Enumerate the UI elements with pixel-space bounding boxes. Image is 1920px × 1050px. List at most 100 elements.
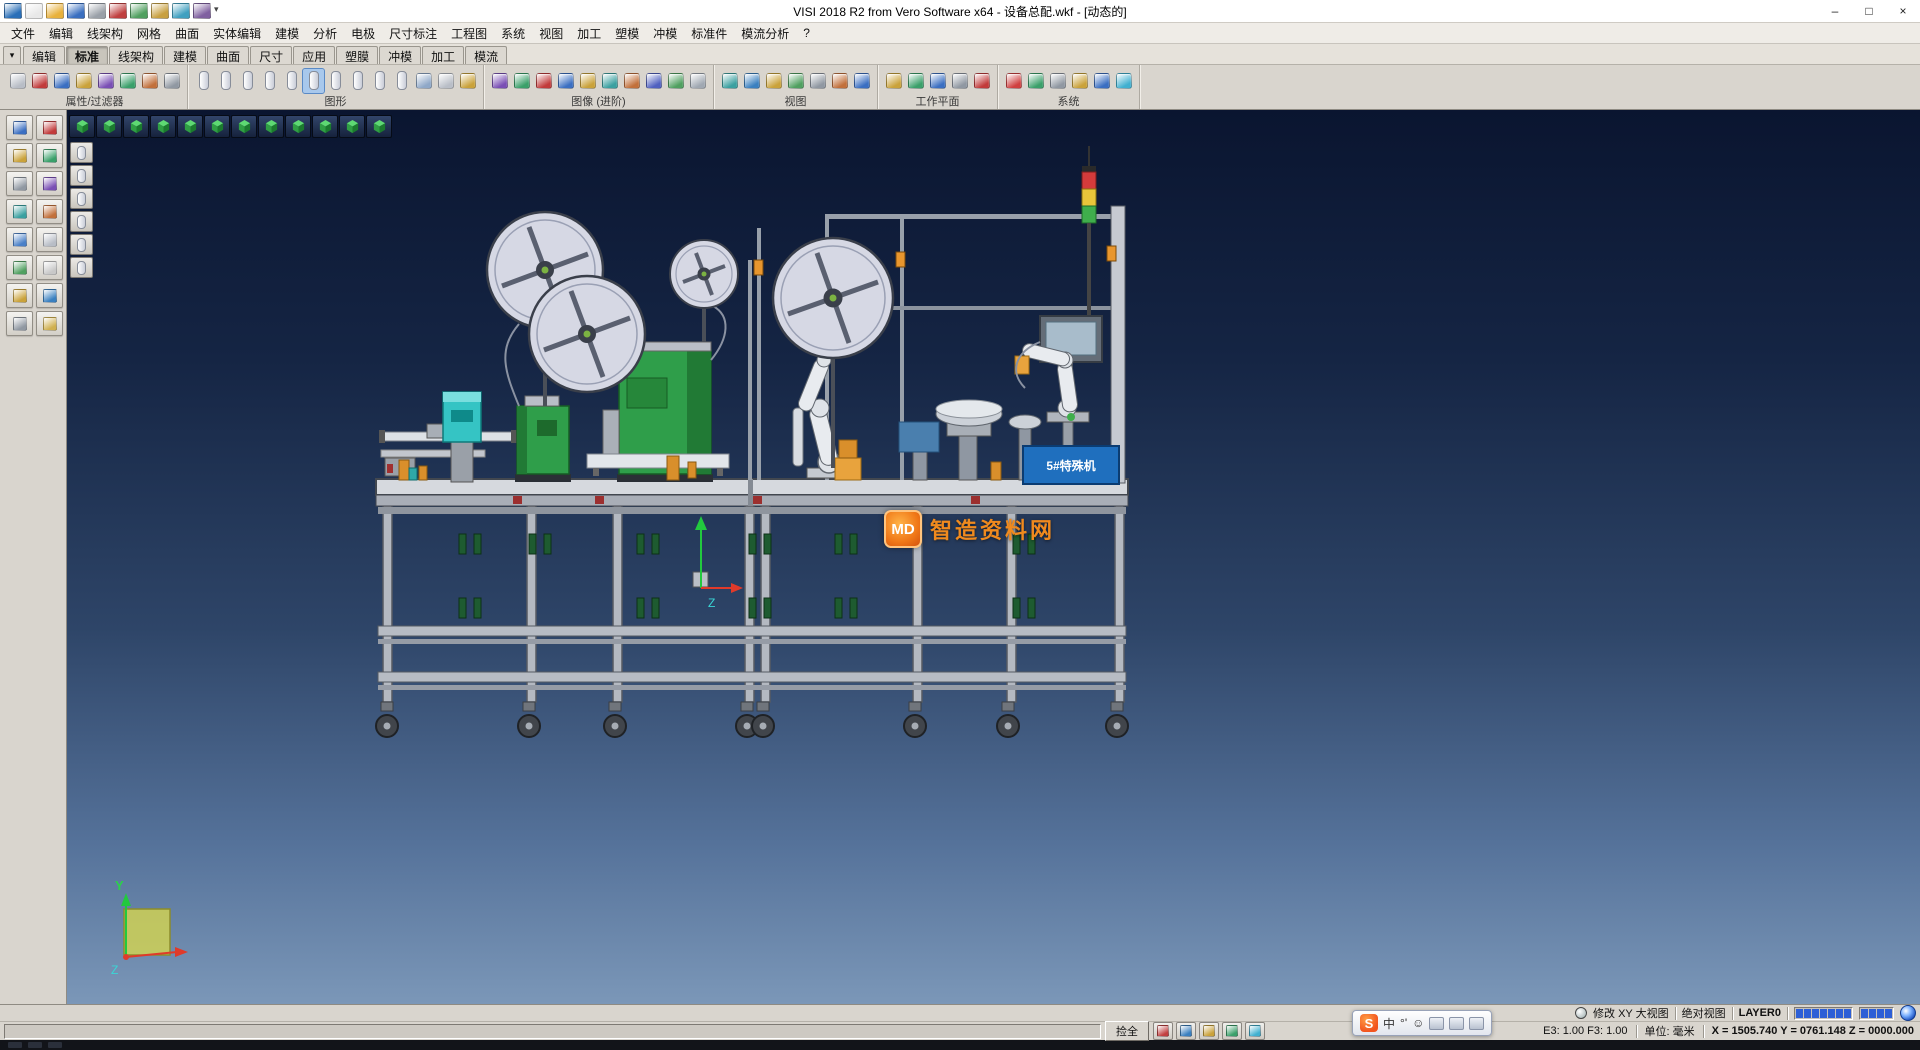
ribbon-icon[interactable] [51,69,72,93]
iso3-view-icon[interactable] [312,115,338,138]
left-view-icon[interactable] [204,115,230,138]
ribbon-icon[interactable] [511,69,532,93]
ribbon-icon[interactable] [785,69,806,93]
wireframe-icon[interactable] [70,165,93,186]
3d-viewport[interactable]: 5#特殊机 Z Y Z MD 智造资料网 [67,110,1920,1004]
tab-active[interactable]: 标准 [66,46,108,64]
iso-view-icon[interactable] [96,115,122,138]
ime-mode[interactable]: °' [1400,1016,1407,1030]
ribbon-icon[interactable] [763,69,784,93]
hidden-line-icon[interactable] [70,188,93,209]
menu-item[interactable]: 曲面 [168,23,206,44]
ribbon-icon[interactable] [215,69,236,93]
menu-item[interactable]: 加工 [570,23,608,44]
section-icon[interactable] [70,211,93,232]
zoom-icon[interactable] [70,234,93,255]
ribbon-icon[interactable] [555,69,576,93]
tab-item[interactable]: 线架构 [109,46,163,64]
edit-icon[interactable] [1199,1022,1219,1040]
tool-icon[interactable] [36,199,63,224]
maximize-button[interactable]: □ [1852,0,1886,22]
tool-icon[interactable] [36,311,63,336]
ribbon-icon[interactable] [1025,69,1046,93]
taskbar-icon[interactable] [28,1042,42,1048]
tool-icon[interactable] [36,227,63,252]
menu-item[interactable]: ? [796,24,817,42]
tab-item[interactable]: 应用 [293,46,335,64]
ribbon-icon[interactable] [949,69,970,93]
ribbon-icon[interactable] [1069,69,1090,93]
tool-icon[interactable] [6,115,33,140]
save-icon[interactable] [67,3,85,19]
ribbon-icon[interactable] [325,69,346,93]
ribbon-icon[interactable] [369,69,390,93]
ribbon-icon[interactable] [281,69,302,93]
ribbon-icon[interactable] [1047,69,1068,93]
ribbon-icon[interactable] [7,69,28,93]
tool-icon[interactable] [36,283,63,308]
ribbon-icon[interactable] [577,69,598,93]
pan-icon[interactable] [70,257,93,278]
minimize-button[interactable]: – [1818,0,1852,22]
view-edit-label[interactable]: 修改 XY 大视图 [1593,1005,1669,1021]
ribbon-icon[interactable] [687,69,708,93]
cube-icon[interactable] [1245,1022,1265,1040]
menu-item[interactable]: 电极 [344,23,382,44]
menu-item[interactable]: 冲模 [646,23,684,44]
tab-overflow-caret[interactable]: ▾ [3,46,21,64]
tool-icon[interactable] [6,283,33,308]
image-icon[interactable] [1153,1022,1173,1040]
ribbon-icon[interactable] [643,69,664,93]
view-menu-icon[interactable] [69,115,95,138]
dynamic-view-icon[interactable] [366,115,392,138]
cut-icon[interactable] [109,3,127,19]
sogou-logo[interactable]: S [1360,1014,1378,1032]
tool-icon[interactable] [6,255,33,280]
tool-icon[interactable] [36,255,63,280]
ribbon-icon[interactable] [259,69,280,93]
ribbon-icon[interactable] [457,69,478,93]
ribbon-icon[interactable] [621,69,642,93]
ribbon-icon[interactable] [1113,69,1134,93]
snap-all-button[interactable]: 捡全 [1105,1021,1149,1041]
settings-icon[interactable] [193,3,211,19]
ribbon-icon[interactable] [435,69,456,93]
undo-icon[interactable] [172,3,190,19]
iso2-view-icon[interactable] [285,115,311,138]
menu-item[interactable]: 文件 [4,23,42,44]
toolbox-icon[interactable] [1469,1017,1484,1030]
menu-item[interactable]: 网格 [130,23,168,44]
tool-icon[interactable] [6,199,33,224]
ribbon-icon[interactable] [807,69,828,93]
tool-icon[interactable] [6,143,33,168]
ribbon-icon[interactable] [95,69,116,93]
iso4-view-icon[interactable] [339,115,365,138]
taskbar-icon[interactable] [48,1042,62,1048]
menu-item[interactable]: 塑模 [608,23,646,44]
ribbon-icon[interactable] [391,69,412,93]
ribbon-icon[interactable] [883,69,904,93]
ribbon-icon[interactable] [139,69,160,93]
paste-icon[interactable] [151,3,169,19]
ribbon-icon[interactable] [905,69,926,93]
ribbon-icon[interactable] [599,69,620,93]
ribbon-icon[interactable] [489,69,510,93]
tab-item[interactable]: 模流 [465,46,507,64]
ribbon-icon[interactable] [971,69,992,93]
absolute-view-label[interactable]: 绝对视图 [1682,1005,1726,1021]
menu-item[interactable]: 工程图 [444,23,494,44]
ribbon-icon[interactable] [665,69,686,93]
tab-item[interactable]: 加工 [422,46,464,64]
menu-item[interactable]: 编辑 [42,23,80,44]
ribbon-icon[interactable] [237,69,258,93]
new-file-icon[interactable] [25,3,43,19]
print-icon[interactable] [88,3,106,19]
menu-item[interactable]: 分析 [306,23,344,44]
layers-icon[interactable] [1222,1022,1242,1040]
tab-item[interactable]: 曲面 [207,46,249,64]
menu-item[interactable]: 标准件 [684,23,734,44]
ribbon-icon[interactable] [193,69,214,93]
ribbon-icon[interactable] [161,69,182,93]
menu-item[interactable]: 模流分析 [734,23,796,44]
ribbon-icon[interactable] [533,69,554,93]
